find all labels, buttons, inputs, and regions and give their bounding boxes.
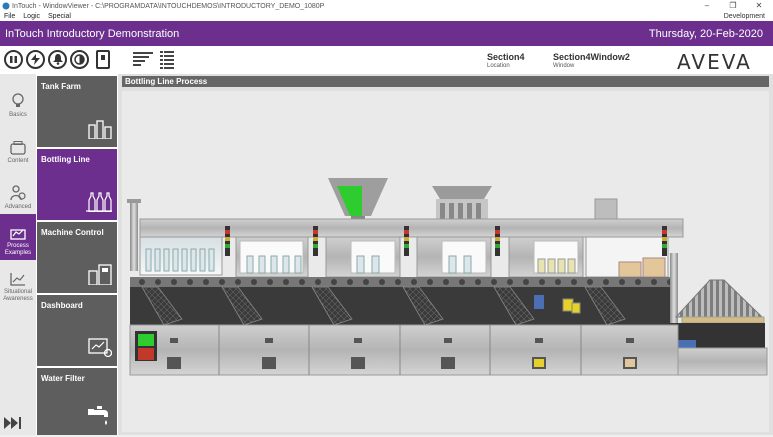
nav-water-filter[interactable]: Water Filter bbox=[37, 368, 117, 435]
conveyor-belt bbox=[130, 277, 678, 287]
primary-nav: Basics Content Advanced Process Examples… bbox=[0, 74, 36, 435]
bottling-line-graphic bbox=[127, 178, 768, 376]
contrast-button[interactable] bbox=[70, 50, 89, 69]
bottles-icon bbox=[86, 192, 112, 212]
green-hopper bbox=[328, 178, 388, 221]
close-button[interactable]: ✕ bbox=[749, 0, 769, 12]
nav-situational-awareness[interactable]: Situational Awareness bbox=[0, 260, 36, 306]
window-value: Section4Window2 bbox=[553, 52, 630, 62]
chart-icon bbox=[10, 273, 25, 286]
machine-icon bbox=[88, 264, 112, 285]
end-panel bbox=[677, 347, 768, 376]
nav-machine-control[interactable]: Machine Control bbox=[37, 222, 117, 293]
current-date: Thursday, 20-Feb-2020 bbox=[648, 27, 763, 40]
align-left-icon[interactable] bbox=[133, 51, 153, 69]
development-label[interactable]: Development bbox=[724, 13, 765, 20]
process-icon bbox=[10, 229, 26, 240]
alarm-button[interactable] bbox=[48, 50, 67, 69]
menu-logic[interactable]: Logic bbox=[23, 13, 40, 20]
lightbulb-icon bbox=[12, 93, 24, 107]
window-titlebar: InTouch - WindowViewer - C:\PROGRAMDATA\… bbox=[0, 0, 773, 12]
app-title: InTouch Introductory Demonstration bbox=[5, 27, 180, 40]
window-display: Section4Window2 Window bbox=[553, 52, 630, 69]
nav-content[interactable]: Content bbox=[0, 122, 36, 168]
run-stop-switch[interactable] bbox=[135, 331, 157, 361]
pause-button[interactable] bbox=[4, 50, 23, 69]
location-label: Location bbox=[487, 63, 510, 69]
location-value: Section4 bbox=[487, 52, 525, 62]
display-button[interactable] bbox=[96, 50, 110, 69]
capper-box bbox=[594, 198, 618, 220]
main-content: Bottling Line Process bbox=[118, 74, 773, 435]
nav-basics[interactable]: Basics bbox=[0, 76, 36, 122]
lightning-icon bbox=[31, 54, 40, 65]
maximize-button[interactable]: ❐ bbox=[723, 0, 743, 12]
menu-special[interactable]: Special bbox=[48, 13, 71, 20]
machine-header bbox=[139, 218, 684, 238]
list-icon[interactable] bbox=[160, 51, 174, 69]
fast-forward-button[interactable] bbox=[4, 416, 22, 432]
location-display: Section4 Location bbox=[487, 52, 525, 69]
window-title: InTouch - WindowViewer - C:\PROGRAMDATA\… bbox=[12, 2, 325, 10]
contrast-icon bbox=[74, 54, 85, 65]
inlet-pipe bbox=[130, 201, 138, 271]
minimize-button[interactable]: – bbox=[697, 0, 717, 12]
app-header: InTouch Introductory Demonstration Thurs… bbox=[0, 21, 773, 46]
power-button[interactable] bbox=[26, 50, 45, 69]
tank-farm-icon bbox=[88, 120, 112, 139]
menu-bar: File Logic Special Development bbox=[0, 12, 773, 21]
control-panel-strip bbox=[129, 324, 679, 376]
section-title: Bottling Line Process bbox=[122, 76, 769, 87]
nav-process-examples[interactable]: Process Examples bbox=[0, 214, 36, 260]
aveva-logo: AVEVA bbox=[677, 50, 752, 74]
bottling-line-scene bbox=[122, 91, 769, 432]
nav-dashboard[interactable]: Dashboard bbox=[37, 295, 117, 366]
content-icon bbox=[10, 141, 26, 155]
nav-bottling-line[interactable]: Bottling Line bbox=[37, 149, 117, 220]
fast-forward-icon bbox=[4, 417, 21, 429]
toolbar: Section4 Location Section4Window2 Window… bbox=[0, 46, 773, 74]
product-hopper bbox=[432, 186, 492, 219]
pause-icon bbox=[10, 56, 17, 63]
roller-conveyor bbox=[674, 279, 765, 350]
device-icon bbox=[101, 55, 105, 60]
window-label: Window bbox=[553, 63, 575, 69]
nav-advanced[interactable]: Advanced bbox=[0, 168, 36, 214]
intouch-app-icon bbox=[2, 2, 10, 10]
bell-icon bbox=[52, 54, 63, 65]
dashboard-icon bbox=[88, 338, 112, 358]
secondary-nav: Tank Farm Bottling Line Machine Control … bbox=[36, 74, 118, 435]
nav-tank-farm[interactable]: Tank Farm bbox=[37, 76, 117, 147]
advanced-icon bbox=[10, 185, 26, 201]
faucet-icon bbox=[88, 406, 108, 425]
menu-file[interactable]: File bbox=[4, 13, 15, 20]
outlet-pipe bbox=[670, 253, 678, 323]
